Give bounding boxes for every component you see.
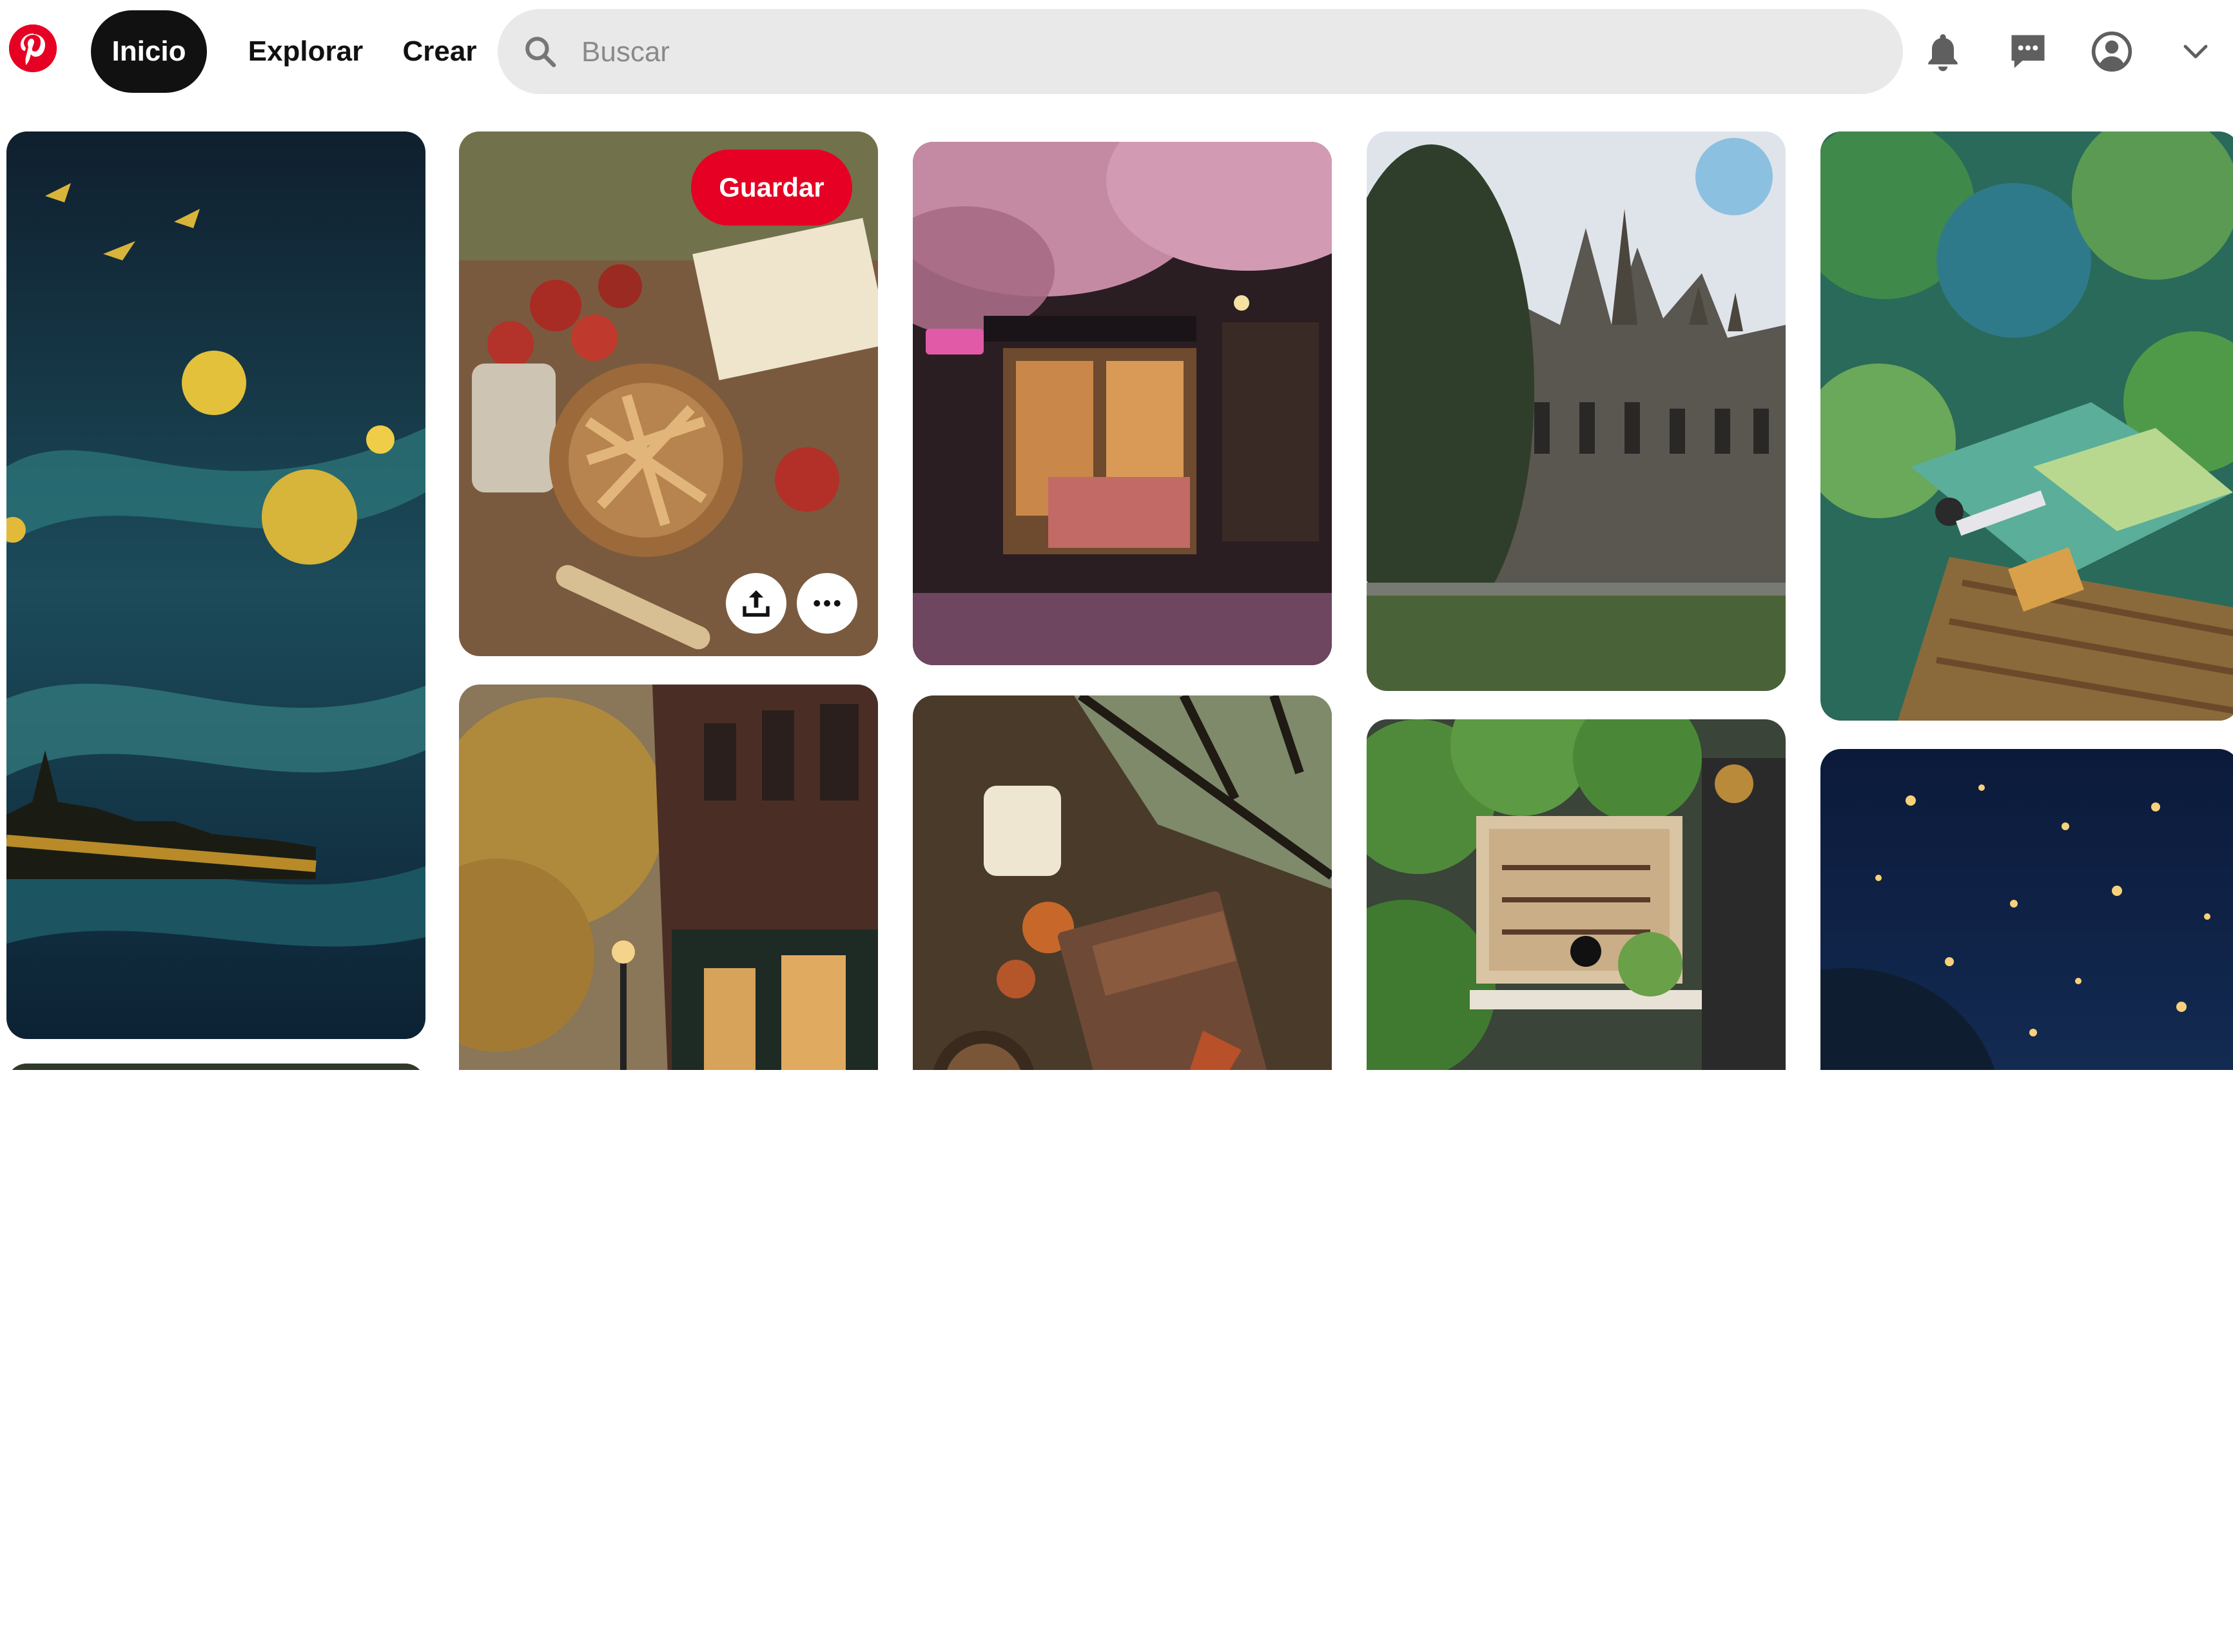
pinterest-logo-icon[interactable]: [9, 24, 57, 72]
pin-starry-night-castle[interactable]: [6, 131, 425, 1039]
account-menu-button[interactable]: [2170, 26, 2221, 77]
pin-image: [6, 131, 425, 1039]
search-icon: [525, 37, 556, 68]
search-input[interactable]: [580, 28, 1808, 76]
save-button[interactable]: Guardar: [691, 150, 852, 226]
share-icon: [743, 590, 770, 617]
pin-image: [1367, 719, 1786, 1070]
pin-image: [1367, 131, 1786, 691]
more-options-button[interactable]: [797, 573, 857, 634]
pin-image: [913, 142, 1332, 665]
pin-image: [459, 685, 878, 1070]
pin-anime-girl-lying-on-blanket[interactable]: [1820, 131, 2233, 721]
pin-image: [1820, 749, 2233, 1070]
pin-partial-next[interactable]: [6, 1064, 425, 1070]
share-button[interactable]: [726, 573, 786, 634]
pin-starry-sky-fireflies[interactable]: [1820, 749, 2233, 1070]
nav-home-button[interactable]: Inicio: [91, 10, 207, 93]
pin-autumn-street-bookstore[interactable]: [459, 685, 878, 1070]
more-options-icon: [814, 600, 841, 607]
top-navigation-bar: Inicio Explorar Crear: [0, 0, 2233, 103]
pin-feed: Guardar: [0, 129, 2233, 1070]
pin-gothic-university-building[interactable]: [1367, 131, 1786, 691]
nav-create-button[interactable]: Crear: [391, 10, 489, 93]
nav-explore-button[interactable]: Explorar: [233, 10, 378, 93]
profile-button[interactable]: [2086, 26, 2138, 77]
pin-ivy-shop-sign[interactable]: [1367, 719, 1786, 1070]
pin-image: [1820, 131, 2233, 721]
pin-apple-pie-autumn[interactable]: Guardar: [459, 131, 878, 656]
bell-icon: [1928, 34, 1958, 72]
notifications-button[interactable]: [1917, 26, 1969, 77]
profile-icon: [2091, 31, 2132, 72]
chevron-down-icon: [2183, 44, 2208, 59]
messages-icon: [2011, 35, 2045, 68]
pin-image: [6, 1064, 425, 1070]
search-bar[interactable]: [498, 9, 1903, 94]
pin-harry-potter-book-cozy[interactable]: [913, 695, 1332, 1070]
pin-bookshop-cherry-blossom[interactable]: [913, 142, 1332, 665]
pin-image: [913, 695, 1332, 1070]
messages-button[interactable]: [2002, 26, 2054, 77]
